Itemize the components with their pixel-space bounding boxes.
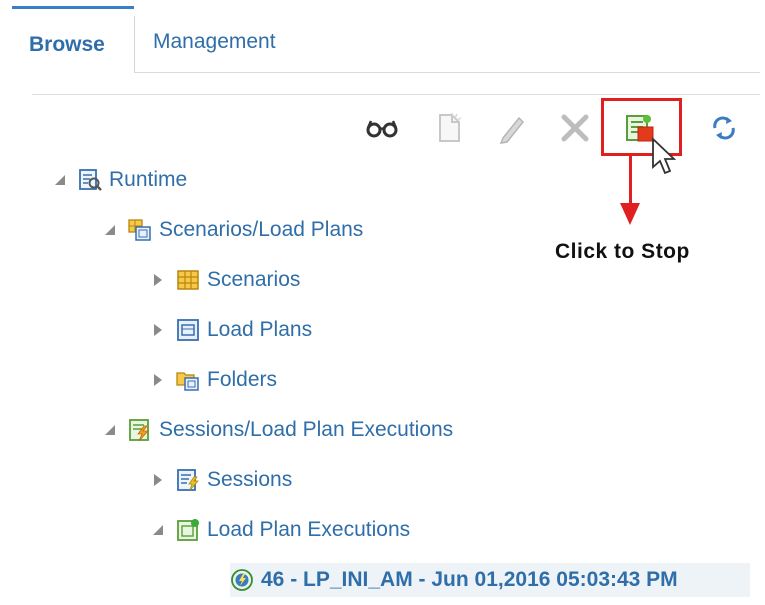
delete-icon[interactable] <box>557 110 593 146</box>
tree-node-sessions-load-plan-executions[interactable]: Sessions/Load Plan Executions <box>102 415 453 445</box>
tree-node-label: Runtime <box>109 168 188 191</box>
tree-node-label: Load Plans <box>207 318 313 341</box>
collapsed-triangle-icon[interactable] <box>150 372 166 388</box>
tree-node-runtime[interactable]: Runtime <box>52 165 187 195</box>
collapsed-triangle-icon[interactable] <box>150 272 166 288</box>
tree-node-label: Scenarios/Load Plans <box>159 218 364 241</box>
edit-icon[interactable] <box>494 110 530 146</box>
tree-node-label: 46 - LP_INI_AM - Jun 01,2016 05:03:43 PM <box>261 568 678 591</box>
collapsed-triangle-icon[interactable] <box>150 322 166 338</box>
tree-node-execution-46[interactable]: 46 - LP_INI_AM - Jun 01,2016 05:03:43 PM <box>230 565 678 595</box>
callout-arrow-shaft <box>629 155 632 205</box>
load-plans-icon <box>176 318 200 342</box>
tree-node-scenarios[interactable]: Scenarios <box>150 265 300 295</box>
new-icon[interactable] <box>432 110 468 146</box>
refresh-icon[interactable] <box>706 110 742 146</box>
tab-bar: Browse Management <box>12 6 760 73</box>
callout-arrow-head <box>620 203 640 225</box>
tree-node-label: Scenarios <box>207 268 301 291</box>
tree-node-folders[interactable]: Folders <box>150 365 277 395</box>
tree-node-label: Load Plan Executions <box>207 518 411 541</box>
tab-browse[interactable]: Browse <box>12 6 134 73</box>
running-execution-icon <box>230 568 254 592</box>
scenarios-icon <box>176 268 200 292</box>
expanded-triangle-icon[interactable] <box>150 522 166 538</box>
expanded-triangle-icon[interactable] <box>102 222 118 238</box>
sessions-icon <box>176 468 200 492</box>
collapsed-triangle-icon[interactable] <box>150 472 166 488</box>
folders-icon <box>176 368 200 392</box>
mouse-cursor-icon <box>651 136 677 182</box>
tab-browse-label: Browse <box>29 33 105 56</box>
tab-management[interactable]: Management <box>153 30 276 54</box>
tree-node-load-plans[interactable]: Load Plans <box>150 315 312 345</box>
tab-bar-underline <box>135 72 760 73</box>
tab-divider <box>134 16 135 73</box>
callout-text: Click to Stop <box>555 240 690 263</box>
tree-node-sessions[interactable]: Sessions <box>150 465 292 495</box>
load-plan-executions-icon <box>176 518 200 542</box>
expanded-triangle-icon[interactable] <box>52 172 68 188</box>
tree-node-label: Sessions/Load Plan Executions <box>159 418 454 441</box>
tree-node-label: Folders <box>207 368 278 391</box>
expanded-triangle-icon[interactable] <box>102 422 118 438</box>
tree-node-load-plan-executions[interactable]: Load Plan Executions <box>150 515 410 545</box>
scenarios-load-plans-icon <box>128 218 152 242</box>
content-divider <box>32 94 760 95</box>
tree-node-scenarios-load-plans[interactable]: Scenarios/Load Plans <box>102 215 363 245</box>
view-icon[interactable] <box>364 110 400 146</box>
runtime-icon <box>78 168 102 192</box>
tree-node-label: Sessions <box>207 468 293 491</box>
sessions-load-plan-executions-icon <box>128 418 152 442</box>
